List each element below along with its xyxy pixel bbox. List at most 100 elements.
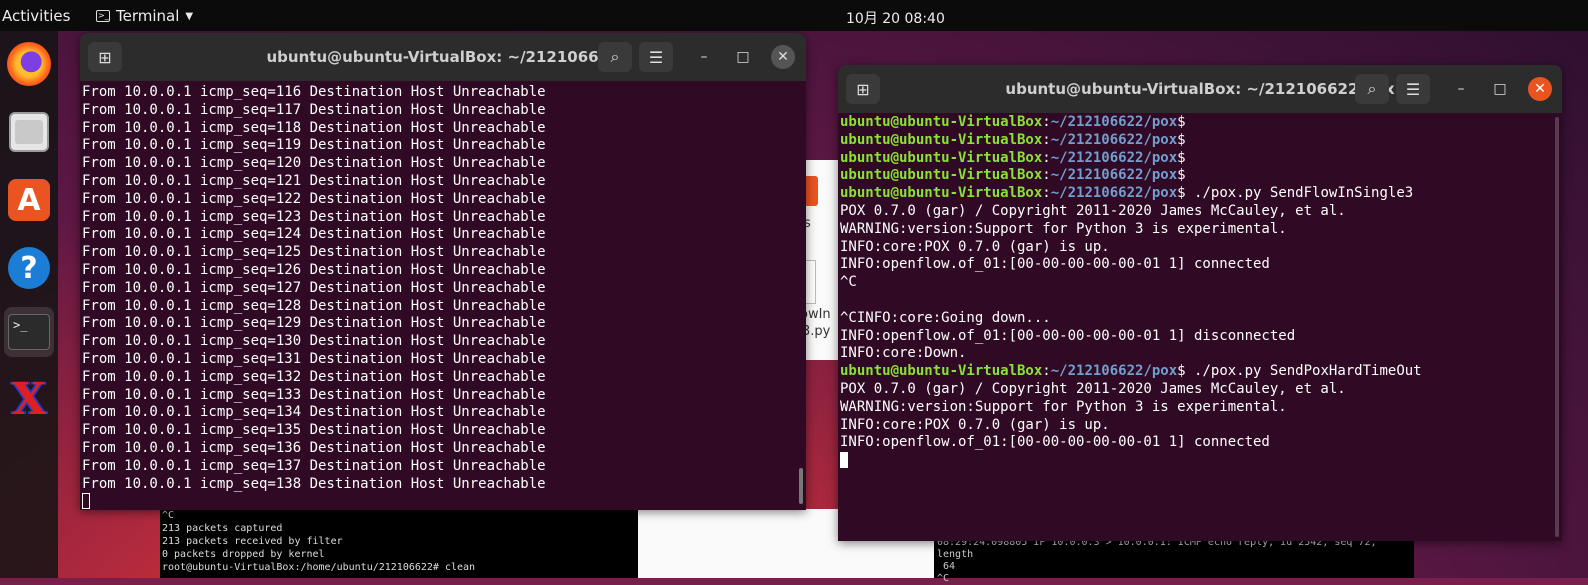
terminal-line: From 10.0.0.1 icmp_seq=121 Destination H… — [82, 172, 546, 189]
terminal-window-right[interactable]: ⊞ ubuntu@ubuntu-VirtualBox: ~/212106622/… — [838, 65, 1562, 541]
terminal-line: From 10.0.0.1 icmp_seq=138 Destination H… — [82, 475, 546, 492]
search-button[interactable]: ⌕ — [598, 42, 632, 72]
terminal-line: From 10.0.0.1 icmp_seq=131 Destination H… — [82, 350, 546, 367]
close-button[interactable]: ✕ — [771, 45, 795, 69]
terminal-line: From 10.0.0.1 icmp_seq=130 Destination H… — [82, 333, 546, 350]
minimize-button[interactable]: – — [692, 45, 716, 69]
terminal-output[interactable]: ubuntu@ubuntu-VirtualBox:~/212106622/pox… — [840, 114, 1554, 541]
hamburger-icon: ☰ — [1405, 79, 1421, 99]
terminal-line: INFO:openflow.of_01:[00-00-00-00-00-01 1… — [840, 434, 1270, 451]
terminal-line: From 10.0.0.1 icmp_seq=128 Destination H… — [82, 297, 546, 314]
terminal-line: ^CINFO:core:Going down... — [840, 309, 1051, 326]
background-terminal-left[interactable]: ^C 213 packets captured 213 packets rece… — [160, 509, 638, 578]
prompt-separator: : — [1042, 131, 1051, 148]
prompt-user: ubuntu@ubuntu-VirtualBox — [840, 363, 1043, 380]
caret-down-icon: ▼ — [185, 10, 194, 22]
title-bar[interactable]: ⊞ ubuntu@ubuntu-VirtualBox: ~/212106622/… — [838, 65, 1562, 113]
terminal-line: 213 packets received by filter — [162, 536, 343, 547]
terminal-app-icon: >_ — [96, 10, 110, 22]
menu-button[interactable]: ☰ — [639, 42, 673, 72]
terminal-line: ubuntu@ubuntu-VirtualBox:~/212106622/pox… — [840, 114, 1554, 132]
dock-software[interactable]: A — [4, 175, 54, 225]
prompt-separator: : — [1042, 149, 1051, 166]
dock: A ? >_ X — [0, 31, 58, 578]
terminal-line: ubuntu@ubuntu-VirtualBox:~/212106622/pox… — [840, 167, 1554, 185]
close-icon: ✕ — [777, 49, 789, 65]
background-terminal-right[interactable]: 08:29:24.098805 IP 10.0.0.3 > 10.0.0.1: … — [934, 535, 1414, 584]
dock-firefox[interactable] — [4, 39, 54, 89]
document-icon — [806, 260, 816, 304]
terminal-line: ubuntu@ubuntu-VirtualBox:~/212106622/pox… — [840, 363, 1554, 381]
app-menu-label: Terminal — [116, 7, 180, 25]
menu-button[interactable]: ☰ — [1396, 74, 1430, 104]
clock[interactable]: 10月 20 08:40 — [846, 8, 945, 28]
terminal-icon: >_ — [8, 314, 50, 350]
files-icon — [9, 112, 49, 152]
terminal-line: WARNING:version:Support for Python 3 is … — [840, 398, 1287, 415]
terminal-line: From 10.0.0.1 icmp_seq=133 Destination H… — [82, 386, 546, 403]
terminal-line: POX 0.7.0 (gar) / Copyright 2011-2020 Ja… — [840, 380, 1346, 397]
prompt-user: ubuntu@ubuntu-VirtualBox — [840, 131, 1043, 148]
terminal-line: From 10.0.0.1 icmp_seq=135 Destination H… — [82, 422, 546, 439]
close-button[interactable]: ✕ — [1528, 77, 1552, 101]
file-icon — [806, 176, 818, 206]
scrollbar[interactable] — [799, 468, 803, 504]
search-icon: ⌕ — [610, 47, 620, 66]
prompt-separator: : — [1042, 185, 1051, 202]
prompt-command: $ — [1177, 149, 1186, 166]
terminal-line: INFO:core:Down. — [840, 345, 967, 362]
cursor-line — [82, 493, 798, 510]
terminal-line: ubuntu@ubuntu-VirtualBox:~/212106622/pox… — [840, 132, 1554, 150]
prompt-path: ~/212106622/pox — [1050, 131, 1178, 148]
prompt-command: $ — [1177, 114, 1186, 130]
maximize-icon: □ — [1493, 81, 1507, 97]
dock-help[interactable]: ? — [4, 243, 54, 293]
terminal-line: From 10.0.0.1 icmp_seq=125 Destination H… — [82, 244, 546, 261]
text-cursor — [82, 493, 90, 510]
search-button[interactable]: ⌕ — [1355, 74, 1389, 104]
prompt-separator: : — [1042, 167, 1051, 184]
terminal-line: From 10.0.0.1 icmp_seq=132 Destination H… — [82, 368, 546, 385]
terminal-line: root@ubuntu-VirtualBox:/home/ubuntu/2121… — [162, 562, 476, 573]
prompt-path: ~/212106622/pox — [1050, 363, 1178, 380]
prompt-user: ubuntu@ubuntu-VirtualBox — [840, 114, 1043, 130]
terminal-line: ubuntu@ubuntu-VirtualBox:~/212106622/pox… — [840, 185, 1554, 203]
prompt-user: ubuntu@ubuntu-VirtualBox — [840, 167, 1043, 184]
terminal-line: 0 packets dropped by kernel — [162, 549, 325, 560]
top-bar: Activities >_ Terminal ▼ 10月 20 08:40 — [0, 0, 1588, 31]
search-icon: ⌕ — [1367, 79, 1377, 98]
dock-terminal[interactable]: >_ — [4, 307, 54, 357]
dock-xming[interactable]: X — [4, 375, 54, 425]
terminal-line: 64 — [937, 561, 956, 572]
terminal-line: From 10.0.0.1 icmp_seq=134 Destination H… — [82, 404, 546, 421]
terminal-line: INFO:openflow.of_01:[00-00-00-00-00-01 1… — [840, 327, 1296, 344]
terminal-window-left[interactable]: ⊞ ubuntu@ubuntu-VirtualBox: ~/212106622 … — [80, 33, 806, 510]
terminal-line: From 10.0.0.1 icmp_seq=127 Destination H… — [82, 279, 546, 296]
terminal-line: From 10.0.0.1 icmp_seq=123 Destination H… — [82, 208, 546, 225]
prompt-user: ubuntu@ubuntu-VirtualBox — [840, 149, 1043, 166]
terminal-output[interactable]: From 10.0.0.1 icmp_seq=116 Destination H… — [82, 84, 798, 510]
scrollbar[interactable] — [1555, 117, 1559, 537]
xming-icon: X — [11, 374, 47, 425]
dock-files[interactable] — [4, 107, 54, 157]
activities-button[interactable]: Activities — [2, 7, 70, 25]
maximize-button[interactable]: □ — [731, 45, 755, 69]
terminal-line: INFO:openflow.of_01:[00-00-00-00-00-01 1… — [840, 256, 1270, 273]
maximize-button[interactable]: □ — [1488, 77, 1512, 101]
prompt-path: ~/212106622/pox — [1050, 149, 1178, 166]
terminal-line: From 10.0.0.1 icmp_seq=126 Destination H… — [82, 261, 546, 278]
prompt-path: ~/212106622/pox — [1050, 167, 1178, 184]
terminal-line: From 10.0.0.1 icmp_seq=129 Destination H… — [82, 315, 546, 332]
file-label: s — [806, 216, 811, 231]
prompt-separator: : — [1042, 114, 1051, 130]
terminal-line: INFO:core:POX 0.7.0 (gar) is up. — [840, 238, 1110, 255]
software-icon: A — [8, 179, 50, 221]
minimize-button[interactable]: – — [1449, 77, 1473, 101]
text-cursor — [840, 452, 848, 469]
minimize-icon: – — [700, 49, 708, 65]
background-files-window[interactable]: s owIn 3.py — [806, 160, 838, 360]
prompt-command: $ — [1177, 167, 1186, 184]
title-bar[interactable]: ⊞ ubuntu@ubuntu-VirtualBox: ~/212106622 … — [80, 33, 806, 81]
app-menu[interactable]: >_ Terminal ▼ — [96, 7, 193, 25]
